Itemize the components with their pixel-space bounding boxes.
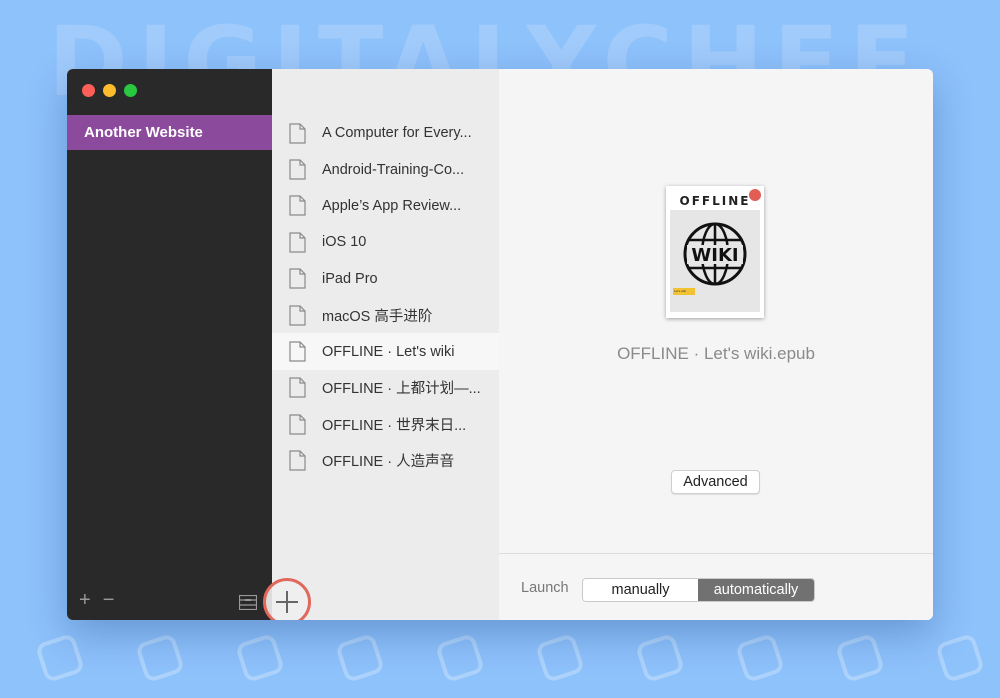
file-list-item[interactable]: OFFLINE · 上都计划—...: [272, 370, 499, 406]
file-list-item[interactable]: iOS 10: [272, 224, 499, 260]
background-icon: [834, 632, 886, 684]
document-icon: [289, 414, 306, 435]
file-list-item[interactable]: OFFLINE · Let's wiki: [272, 333, 499, 370]
cover-tag: Let's wiki: [673, 288, 695, 295]
background-icon: [234, 632, 286, 684]
file-list-item[interactable]: Android-Training-Co...: [272, 151, 499, 187]
close-window-button[interactable]: [82, 84, 95, 97]
launch-manually-button[interactable]: manually: [583, 579, 698, 601]
cover-art: WIKI Let's wiki: [670, 210, 760, 312]
document-icon: [289, 377, 306, 399]
app-window: Another Website + − A Computer for Every…: [67, 69, 933, 620]
document-icon: [289, 123, 306, 144]
background-icon: [734, 632, 786, 684]
remove-site-button[interactable]: −: [103, 589, 115, 612]
background-icon: [134, 632, 186, 684]
background-icon: [334, 632, 386, 684]
launch-automatically-button[interactable]: automatically: [698, 579, 814, 601]
detail-pane: OFFLINE WIKI Let's wiki OFFLINE · Let's …: [499, 69, 933, 620]
file-list-item[interactable]: OFFLINE · 人造声音: [272, 443, 499, 479]
cover-art-text: WIKI: [691, 245, 738, 266]
document-icon: [289, 159, 306, 180]
plus-icon: [276, 591, 298, 613]
file-name: OFFLINE · 上都计划—...: [322, 381, 481, 398]
file-name: iPad Pro: [322, 270, 378, 287]
background-icon: [534, 632, 586, 684]
file-list-item[interactable]: A Computer for Every...: [272, 115, 499, 151]
divider: [499, 553, 933, 554]
minimize-window-button[interactable]: [103, 84, 116, 97]
add-site-button[interactable]: +: [79, 589, 91, 612]
sidebar-item-another-website[interactable]: Another Website: [67, 115, 272, 150]
document-icon: [289, 305, 306, 326]
window-controls: [82, 84, 137, 97]
file-name: OFFLINE · Let's wiki: [322, 343, 455, 360]
file-list-item[interactable]: Apple’s App Review...: [272, 188, 499, 224]
launch-segmented-control: manually automatically: [582, 578, 815, 602]
file-name: A Computer for Every...: [322, 125, 472, 142]
sidebar: Another Website + −: [67, 69, 272, 620]
globe-icon: WIKI: [683, 222, 747, 286]
add-file-button[interactable]: [263, 578, 311, 620]
file-name: macOS 高手进阶: [322, 308, 433, 325]
file-list-item[interactable]: iPad Pro: [272, 261, 499, 297]
zoom-window-button[interactable]: [124, 84, 137, 97]
background-icon: [434, 632, 486, 684]
file-name: iOS 10: [322, 234, 367, 251]
sidebar-controls: + −: [79, 589, 114, 612]
file-name: Apple’s App Review...: [322, 197, 462, 214]
file-name: Android-Training-Co...: [322, 161, 465, 178]
background-icon: [934, 632, 986, 684]
background-icon-row: [34, 628, 986, 688]
background-icon: [34, 632, 86, 684]
launch-label: Launch: [521, 580, 569, 596]
file-list-item[interactable]: macOS 高手进阶: [272, 297, 499, 333]
book-cover: OFFLINE WIKI Let's wiki: [666, 186, 764, 318]
advanced-button[interactable]: Advanced: [671, 470, 760, 494]
file-name: OFFLINE · 世界末日...: [322, 417, 467, 434]
file-list-pane: A Computer for Every... Android-Training-…: [272, 69, 499, 620]
cover-tag-label: Let's wiki: [674, 289, 687, 293]
document-icon: [289, 341, 306, 362]
document-icon: [289, 195, 306, 217]
document-icon: [289, 450, 306, 471]
selected-file-title: OFFLINE · Let's wiki.epub: [617, 344, 815, 363]
document-icon: [289, 232, 306, 253]
file-list-item[interactable]: OFFLINE · 世界末日...: [272, 406, 499, 442]
file-name: OFFLINE · 人造声音: [322, 454, 455, 471]
file-list: A Computer for Every... Android-Training-…: [272, 115, 499, 479]
cover-badge: [749, 189, 761, 201]
list-view-icon[interactable]: [239, 595, 257, 610]
document-icon: [289, 268, 306, 289]
background-icon: [634, 632, 686, 684]
